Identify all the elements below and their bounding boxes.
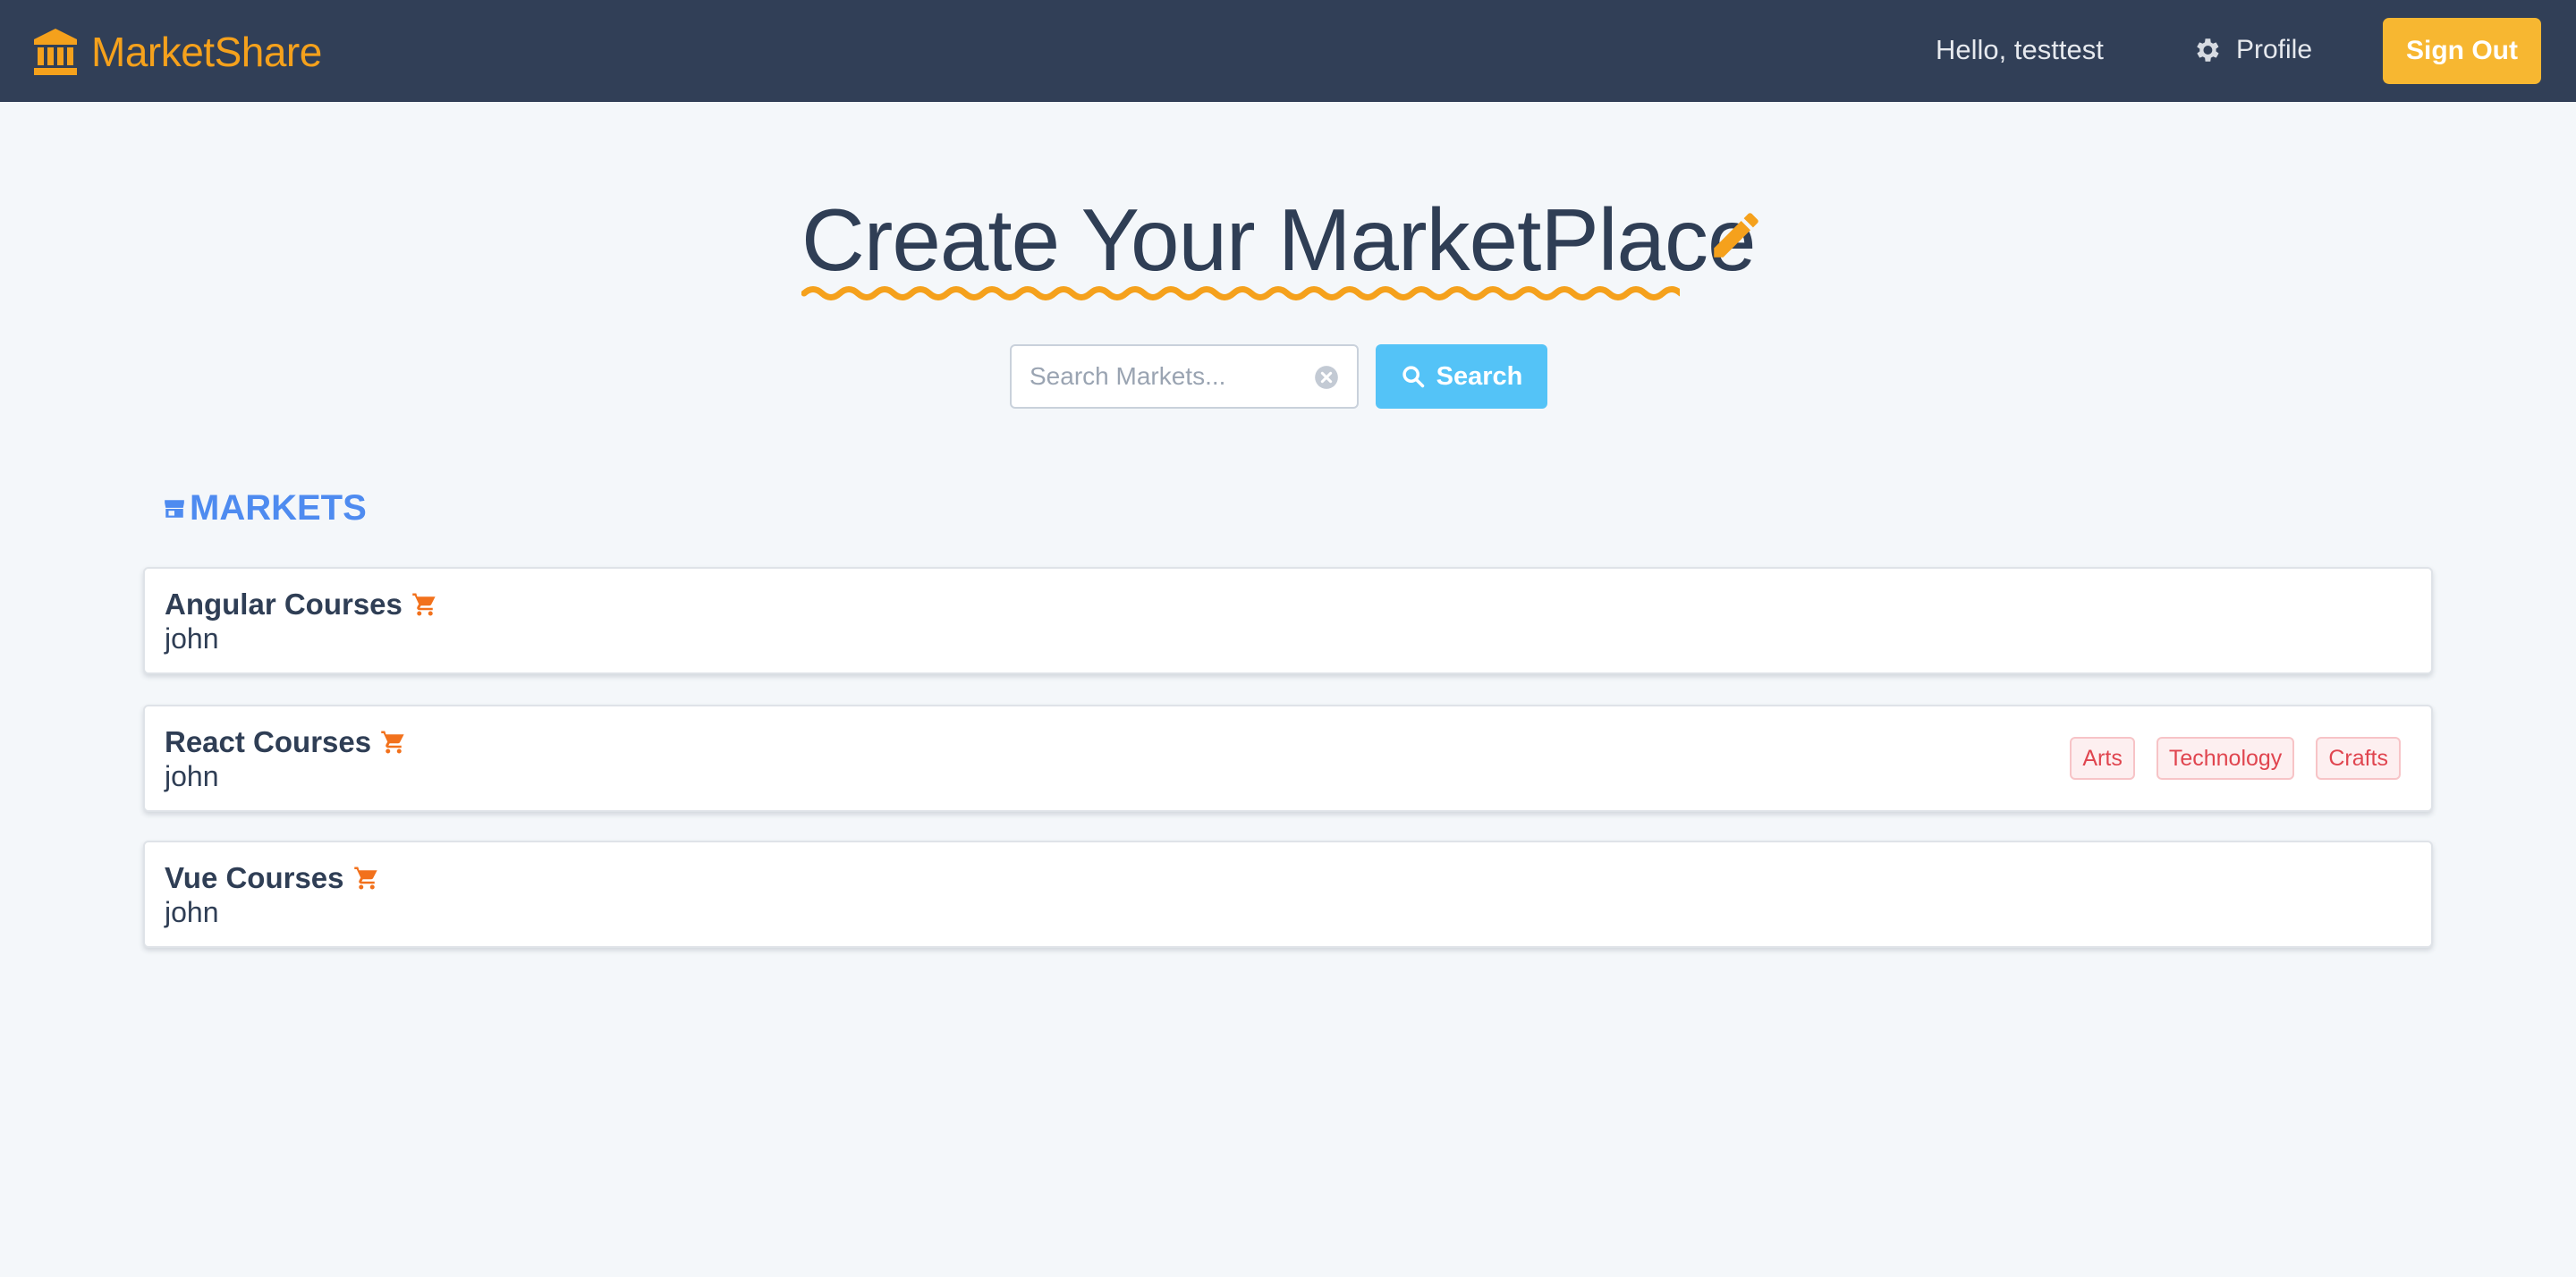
search-input[interactable] <box>1012 346 1307 407</box>
brand-link[interactable]: MarketShare <box>32 25 322 79</box>
market-name: Angular Courses <box>165 588 402 621</box>
markets-heading: MARKETS <box>163 485 367 531</box>
tag-arts[interactable]: Arts <box>2070 737 2135 780</box>
navbar: MarketShare Hello, testtest Profile Sign… <box>0 0 2576 102</box>
market-name-row: Angular Courses <box>165 587 438 622</box>
store-icon <box>165 500 184 518</box>
search-button[interactable]: Search <box>1376 344 1547 409</box>
sign-out-button[interactable]: Sign Out <box>2383 18 2541 84</box>
page-title: Create Your MarketPlace <box>801 190 1756 289</box>
market-name-row: Vue Courses <box>165 860 380 896</box>
pencil-icon <box>1714 213 1758 258</box>
market-owner: john <box>165 760 219 792</box>
brand-name: MarketShare <box>91 29 322 75</box>
tag-technology[interactable]: Technology <box>2156 737 2295 780</box>
search-box <box>1010 344 1359 409</box>
market-name: React Courses <box>165 725 372 758</box>
cart-icon <box>412 593 436 616</box>
squiggle-underline <box>801 286 1680 300</box>
markets-label: MARKETS <box>190 487 367 528</box>
cart-icon <box>353 867 377 890</box>
market-card-vue-courses[interactable]: Vue Courses john <box>143 841 2433 948</box>
market-card-react-courses[interactable]: React Courses john Arts Technology Craft… <box>143 705 2433 812</box>
market-name-row: React Courses <box>165 724 407 760</box>
market-owner: john <box>165 896 219 928</box>
bank-icon <box>34 29 77 75</box>
profile-link[interactable]: Profile <box>2191 30 2312 70</box>
gear-icon <box>2197 38 2219 62</box>
market-owner: john <box>165 622 219 655</box>
search-button-label: Search <box>1436 361 1523 391</box>
tag-list: Arts Technology Crafts <box>2048 737 2401 780</box>
user-greeting: Hello, testtest <box>1936 34 2104 65</box>
tag-crafts[interactable]: Crafts <box>2316 737 2401 780</box>
market-name: Vue Courses <box>165 861 344 894</box>
market-card-angular-courses[interactable]: Angular Courses john <box>143 567 2433 674</box>
clear-icon[interactable] <box>1314 365 1339 390</box>
search-icon <box>1402 366 1424 388</box>
profile-label: Profile <box>2236 35 2313 64</box>
cart-icon <box>381 731 404 754</box>
